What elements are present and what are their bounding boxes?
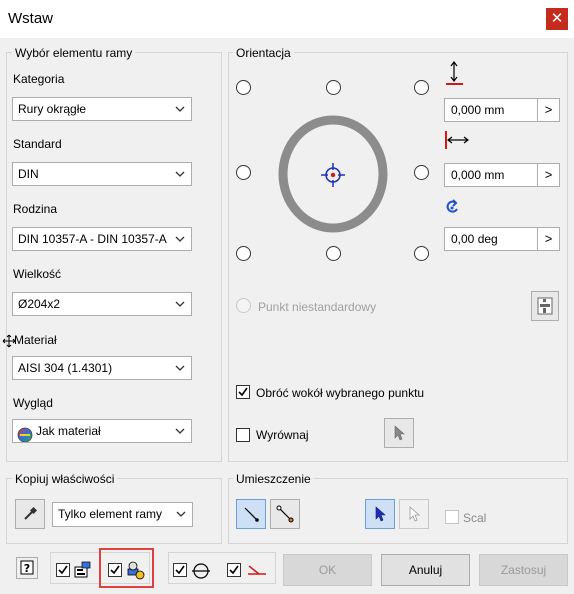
display-option-3-checkbox[interactable] [173,563,187,577]
appearance-label: Wygląd [13,396,53,410]
size-value: Ø204x2 [18,297,61,311]
align-select-button[interactable] [384,418,414,448]
family-label: Rodzina [13,202,58,216]
material-value: AISI 304 (1.4301) [18,361,113,375]
origin-radio-bottom-left[interactable] [236,246,251,261]
standard-value: DIN [18,167,39,181]
vertical-offset-value: 0,000 mm [451,103,505,117]
close-button[interactable]: ✕ [546,8,568,30]
display-option-4-checkbox[interactable] [227,563,241,577]
category-label: Kategoria [13,72,65,86]
rotate-about-point-checkbox[interactable] [236,385,250,399]
chevron-down-icon [175,163,185,185]
category-dropdown[interactable]: Rury okrągłe [12,97,192,121]
align-checkbox[interactable] [236,428,250,442]
chevron-down-icon [175,228,185,250]
standard-dropdown[interactable]: DIN [12,162,192,186]
vertical-offset-arrow-button[interactable]: > [537,99,559,121]
chevron-down-icon [175,357,185,379]
placement-points-button[interactable] [270,499,300,529]
custom-point-button[interactable] [531,291,559,321]
custom-point-label: Punkt niestandardowy [258,300,377,314]
scale-label: Scal [463,511,487,525]
highlighted-option-frame [99,548,154,588]
chevron-down-icon [176,503,186,526]
origin-radio-top-center[interactable] [326,80,341,95]
frame-properties-icon [73,561,93,582]
copy-properties-legend: Kopiuj właściwości [12,472,118,486]
copy-mode-value: Tylko element ramy [58,507,163,521]
origin-radio-bottom-right[interactable] [414,246,429,261]
vertical-offset-input[interactable]: 0,000 mm > [444,98,560,122]
rotation-input[interactable]: 0,00 deg > [444,227,560,251]
window-title: Wstaw [8,10,53,27]
material-dropdown[interactable]: AISI 304 (1.4301) [12,356,192,380]
align-label: Wyrównaj [256,428,309,442]
rotate-about-point-label: Obróć wokół wybranego punktu [256,386,425,400]
standard-label: Standard [13,137,62,151]
horizontal-offset-value: 0,000 mm [451,168,505,182]
appearance-dropdown[interactable]: Jak materiał [12,419,192,443]
origin-radio-middle-left[interactable] [236,165,251,180]
horizontal-offset-icon [444,130,470,153]
apply-button[interactable]: Zastosuj [479,554,568,586]
chevron-down-icon [175,98,185,120]
placement-select-disabled-button[interactable] [399,499,429,529]
eyedropper-button[interactable] [15,499,45,529]
horizontal-offset-input[interactable]: 0,000 mm > [444,163,560,187]
chevron-down-icon [175,420,185,442]
scale-checkbox[interactable] [445,510,459,524]
ok-button[interactable]: OK [283,554,372,586]
placement-legend: Umieszczenie [233,472,314,486]
appearance-swatch-icon [17,427,33,442]
origin-radio-bottom-center[interactable] [326,246,341,261]
frame-selection-legend: Wybór elementu ramy [12,46,136,60]
rotation-arrow-button[interactable]: > [537,228,559,250]
svg-text:?: ? [24,562,30,575]
center-target-icon[interactable] [320,162,346,191]
family-value: DIN 10357-A - DIN 10357-A [18,232,167,246]
placement-select-button[interactable] [365,499,395,529]
rotation-icon [444,198,460,219]
title-bar: Wstaw ✕ [0,0,574,38]
chevron-down-icon [175,293,185,315]
custom-point-radio[interactable] [236,298,251,313]
origin-radio-top-right[interactable] [414,80,429,95]
copy-mode-dropdown[interactable]: Tylko element ramy [52,502,193,527]
origin-radio-top-left[interactable] [236,80,251,95]
display-option-1-checkbox[interactable] [56,563,70,577]
vertical-offset-icon [444,60,464,89]
insert-dialog: Wstaw ✕ Wybór elementu ramy Kategoria Ru… [0,0,574,594]
category-value: Rury okrągłe [18,102,87,116]
help-button[interactable]: ? [16,557,38,579]
origin-radio-middle-right[interactable] [414,165,429,180]
cancel-button[interactable]: Anuluj [381,554,470,586]
placement-line-button[interactable] [236,499,266,529]
orientation-legend: Orientacja [233,46,294,60]
appearance-value: Jak materiał [36,424,101,438]
angle-line-icon [245,562,269,583]
material-label: Materiał [14,333,57,347]
size-dropdown[interactable]: Ø204x2 [12,292,192,316]
size-label: Wielkość [13,267,62,281]
rotation-value: 0,00 deg [451,232,498,246]
family-dropdown[interactable]: DIN 10357-A - DIN 10357-A [12,227,192,251]
pipe-section-icon [191,562,211,583]
horizontal-offset-arrow-button[interactable]: > [537,164,559,186]
